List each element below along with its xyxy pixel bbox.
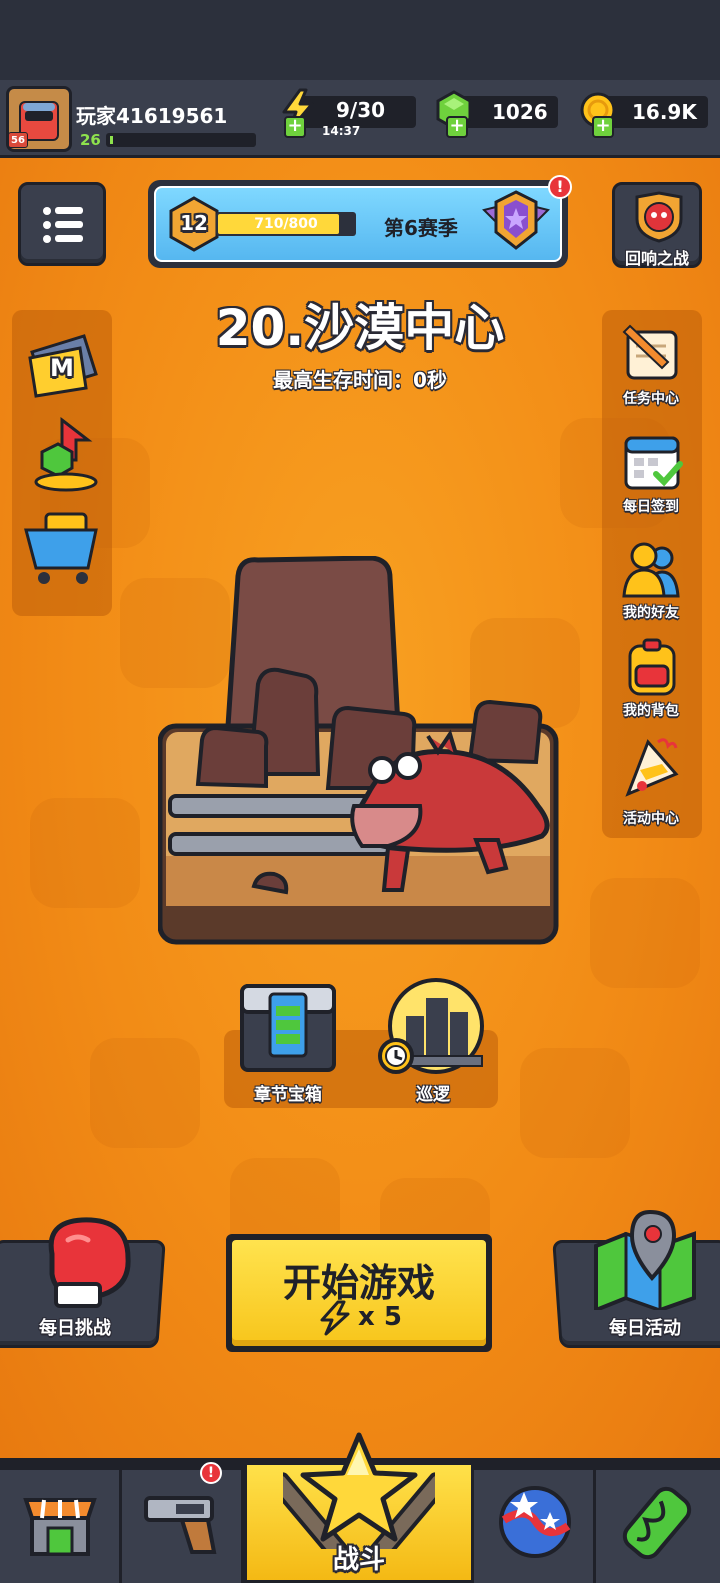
mission-center-label: 任务中心 bbox=[623, 391, 679, 407]
gem-upgrade-button[interactable] bbox=[22, 416, 102, 496]
menu-button[interactable] bbox=[18, 182, 106, 266]
energy-timer: 14:37 bbox=[322, 124, 361, 138]
energy-value: 9/30 bbox=[336, 98, 386, 122]
party-popper-icon bbox=[625, 738, 679, 797]
add-gems-icon[interactable]: + bbox=[446, 116, 468, 138]
patrol-label: 巡逻 bbox=[416, 1085, 450, 1105]
shop-icon bbox=[23, 1498, 97, 1556]
event-center-button[interactable]: 活动中心 bbox=[606, 734, 698, 830]
stage-illustration[interactable] bbox=[158, 556, 568, 952]
start-game-cost: x 5 bbox=[358, 1302, 402, 1332]
player-name: 玩家41619561 bbox=[76, 104, 228, 128]
boxing-glove-icon bbox=[48, 1217, 131, 1308]
my-backpack-label: 我的背包 bbox=[623, 703, 679, 719]
talent-orb-icon bbox=[499, 1486, 571, 1558]
nav-shop[interactable] bbox=[0, 1470, 122, 1583]
event-center-label: 活动中心 bbox=[623, 811, 679, 827]
m-card-letter: M bbox=[50, 354, 74, 382]
gem-value: 1026 bbox=[492, 100, 548, 124]
backpack-icon bbox=[628, 638, 676, 696]
shop-cart-icon bbox=[24, 512, 98, 584]
my-friends-button[interactable]: 我的好友 bbox=[606, 538, 698, 626]
chapter-chest-icon bbox=[240, 984, 336, 1072]
daily-signin-label: 每日签到 bbox=[623, 499, 679, 515]
my-backpack-button[interactable]: 我的背包 bbox=[606, 636, 698, 724]
add-energy-icon[interactable]: + bbox=[284, 116, 306, 138]
gold-value: 16.9K bbox=[632, 100, 697, 124]
demon-shield-icon bbox=[635, 191, 683, 243]
season-trophy-icon bbox=[482, 190, 550, 250]
nav-battle-label: 战斗 bbox=[332, 1545, 385, 1575]
season-alert-badge: ! bbox=[548, 175, 572, 199]
weapons-alert-badge: ! bbox=[200, 1462, 222, 1484]
start-energy-icon bbox=[320, 1300, 350, 1336]
daily-event-label: 每日活动 bbox=[609, 1318, 681, 1339]
daily-signin-button[interactable]: 每日签到 bbox=[606, 430, 698, 518]
map-pin-icon bbox=[594, 1209, 696, 1310]
weapon-icon bbox=[144, 1496, 217, 1554]
avatar-level-badge: 56 bbox=[8, 132, 28, 148]
calendar-check-icon bbox=[624, 436, 683, 490]
shop-cart-button[interactable] bbox=[22, 508, 102, 588]
friends-icon bbox=[622, 542, 680, 598]
chapter-chest-label: 章节宝箱 bbox=[254, 1085, 322, 1105]
m-card-button[interactable]: M bbox=[22, 330, 102, 400]
status-bar bbox=[0, 0, 720, 80]
season-progress-text: 710/800 bbox=[254, 216, 318, 232]
star-swords-icon bbox=[283, 1432, 435, 1549]
patrol-button[interactable]: 巡逻 bbox=[376, 976, 490, 1106]
add-gold-icon[interactable]: + bbox=[592, 116, 614, 138]
patrol-icon bbox=[378, 978, 484, 1074]
daily-challenge-label: 每日挑战 bbox=[39, 1318, 111, 1339]
nav-evolution[interactable] bbox=[596, 1470, 720, 1583]
start-game-label: 开始游戏 bbox=[282, 1261, 435, 1305]
start-game-button[interactable]: 开始游戏 x 5 bbox=[226, 1234, 492, 1352]
menu-list-icon bbox=[43, 207, 83, 243]
dna-capsule-icon bbox=[622, 1486, 692, 1560]
xp-bar-fill bbox=[110, 136, 113, 144]
echo-battle-button[interactable]: 回响之战 bbox=[612, 182, 702, 268]
xp-bar bbox=[106, 133, 256, 147]
season-rank: 12 bbox=[180, 211, 208, 235]
chapter-chest-button[interactable]: 章节宝箱 bbox=[226, 980, 350, 1106]
player-level: 26 bbox=[80, 131, 101, 149]
nav-weapons[interactable]: ! bbox=[122, 1462, 244, 1583]
gem-upgrade-icon bbox=[34, 416, 98, 492]
mission-center-button[interactable]: 任务中心 bbox=[606, 322, 698, 410]
season-label: 第6赛季 bbox=[384, 216, 458, 240]
scroll-quill-icon bbox=[622, 324, 678, 380]
nav-talents[interactable] bbox=[474, 1470, 596, 1583]
nav-battle[interactable]: 战斗 bbox=[244, 1432, 474, 1583]
my-friends-label: 我的好友 bbox=[623, 605, 679, 621]
echo-battle-label: 回响之战 bbox=[624, 249, 689, 268]
